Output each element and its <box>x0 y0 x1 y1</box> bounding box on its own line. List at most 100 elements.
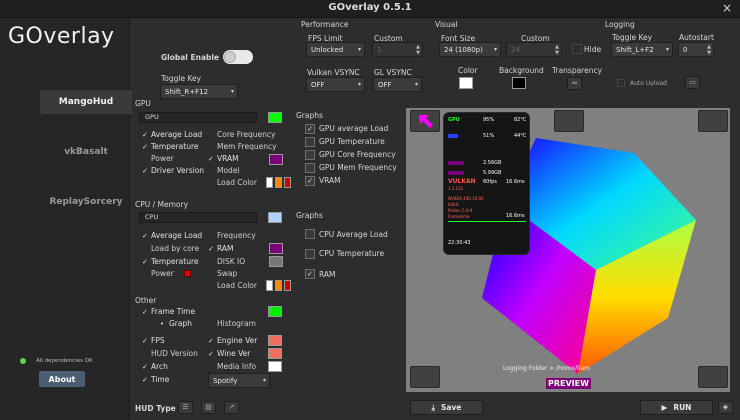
gpu-power-check[interactable]: ✓Power <box>142 154 174 163</box>
hud-preview: GPU 95% 82°C 51% 44°C 2.56GB 5.99GB VULK… <box>443 112 530 255</box>
toggle-key-select[interactable]: Shift_R+F12 ▾ <box>160 84 238 99</box>
hud-type-bars-icon[interactable]: ▥ <box>201 401 216 414</box>
run-button[interactable]: ▶ RUN <box>640 400 713 415</box>
time-check[interactable]: ✓ Time <box>142 375 169 384</box>
fps-limit-select[interactable]: Unlocked ▾ <box>306 42 365 57</box>
gpu-vram-check[interactable]: ✓ VRAM <box>208 154 239 163</box>
fps-check[interactable]: ✓ FPS <box>142 336 165 345</box>
fps-custom-spin[interactable]: 1 ▲ ▼ <box>372 42 423 57</box>
sidebar-item-mangohud[interactable]: MangoHud <box>40 90 132 114</box>
play-icon: ▶ <box>661 403 668 412</box>
hud-wine: Proton 5.0-4 <box>448 208 473 213</box>
gpu-driver-version-check[interactable]: ✓ Driver Version <box>142 166 204 175</box>
log-toggle-key-select[interactable]: Shift_L+F2 ▾ <box>611 42 673 57</box>
sidebar-item-replaysorcery[interactable]: ReplaySorcery <box>40 190 132 214</box>
gpu-model-check[interactable]: ✓Model <box>208 166 240 175</box>
frame-time-check[interactable]: ✓ Frame Time <box>142 307 195 316</box>
gpu-temp-graph-check[interactable] <box>305 137 315 147</box>
gpu-avg-load-graph-check[interactable]: ✓ <box>305 124 315 134</box>
gpu-color-swatch[interactable] <box>268 112 282 123</box>
ram-graph-check[interactable]: ✓ <box>305 269 315 279</box>
media-info-color-swatch[interactable] <box>268 361 282 372</box>
frame-time-color-swatch[interactable] <box>268 306 282 317</box>
background-color-swatch[interactable] <box>512 77 526 89</box>
position-bottom-left-button[interactable] <box>410 366 440 388</box>
gpu-core-freq-graph-check[interactable] <box>305 150 315 160</box>
gpu-header: GPU <box>135 99 151 108</box>
ram-color-swatch[interactable] <box>269 243 283 254</box>
other-header: Other <box>135 296 157 305</box>
gpu-load-color-check[interactable]: ✓Load Color <box>208 178 257 187</box>
gpu-mem-freq-graph-check[interactable] <box>305 163 315 173</box>
gpu-core-frequency-check[interactable]: ✓Core Frequency <box>208 130 276 139</box>
position-bottom-right-button[interactable] <box>698 366 728 388</box>
media-info-check[interactable]: ✓Media Info <box>208 362 256 371</box>
gpu-text-field[interactable]: GPU <box>139 112 257 123</box>
visual-header: Visual <box>435 20 458 29</box>
gpu-temperature-check[interactable]: ✓ Temperature <box>142 142 199 151</box>
wine-ver-check[interactable]: ✓ Wine Ver <box>208 349 250 358</box>
hud-frametime-graph <box>448 221 526 222</box>
hud-version-check[interactable]: ✓HUD Version <box>142 349 198 358</box>
vram-graph-check[interactable]: ✓ <box>305 176 315 186</box>
wine-ver-color-swatch[interactable] <box>268 348 282 359</box>
gpu-load-color-2[interactable] <box>275 177 282 188</box>
cpu-load-color-1[interactable] <box>266 280 273 291</box>
arch-check[interactable]: ✓ Arch <box>142 362 168 371</box>
save-button[interactable]: ⤓ Save <box>410 400 483 415</box>
cpu-temp-graph-check[interactable] <box>305 249 315 259</box>
graph-radio[interactable]: • Graph <box>160 319 192 328</box>
hud-engine-version: 1.2.131 <box>448 186 464 191</box>
hud-engine: VULKAN <box>448 178 476 185</box>
cpu-frequency-check[interactable]: ✓Frequency <box>208 231 256 240</box>
dependency-status-text: All dependencies OK <box>36 358 93 364</box>
log-toggle-key-label: Toggle Key <box>612 33 653 42</box>
cpu-color-swatch[interactable] <box>268 212 282 223</box>
cpu-load-by-core-check[interactable]: ✓Load by core <box>142 244 199 253</box>
cpu-power-color[interactable] <box>184 270 191 277</box>
sidebar-item-vkbasalt[interactable]: vkBasalt <box>40 140 132 164</box>
disk-io-color-swatch[interactable] <box>269 256 283 267</box>
font-custom-spin[interactable]: 24 ▲ ▼ <box>506 42 562 57</box>
auto-upload-checkbox[interactable] <box>617 79 625 87</box>
hide-checkbox[interactable] <box>572 44 582 54</box>
gl-vsync-select[interactable]: OFF ▾ <box>373 77 422 92</box>
gpu-mem-frequency-check[interactable]: ✓Mem Frequency <box>208 142 277 151</box>
gpu-load-color-1[interactable] <box>266 177 273 188</box>
gpu-average-load-check[interactable]: ✓ Average Load <box>142 130 202 139</box>
about-button[interactable]: About <box>39 371 85 387</box>
cpu-load-color-check[interactable]: ✓Load Color <box>208 281 257 290</box>
hud-color-swatch[interactable] <box>459 77 473 89</box>
ram-check[interactable]: ✓ RAM <box>208 244 234 253</box>
cpu-load-color-2[interactable] <box>275 280 282 291</box>
gamepad-icon[interactable]: ◈ <box>718 401 733 414</box>
folder-icon[interactable]: ▭ <box>685 76 700 89</box>
engine-ver-check[interactable]: ✓ Engine Ver <box>208 336 257 345</box>
cpu-power-check[interactable]: ✓Power <box>142 269 174 278</box>
engine-ver-color-swatch[interactable] <box>268 335 282 346</box>
cpu-temperature-check[interactable]: ✓ Temperature <box>142 257 199 266</box>
cpu-load-color-3[interactable] <box>284 280 291 291</box>
app-logo: GOverlay <box>8 24 115 49</box>
transparency-button[interactable]: ⇔ <box>567 77 582 90</box>
cpu-text-field[interactable]: CPU <box>139 212 257 223</box>
histogram-radio[interactable]: •Histogram <box>208 319 256 328</box>
toggle-key-label: Toggle Key <box>161 74 202 83</box>
close-icon[interactable]: × <box>722 1 732 15</box>
global-enable-switch[interactable] <box>223 50 253 64</box>
font-size-select[interactable]: 24 (1080p) ▾ <box>439 42 501 57</box>
swap-check[interactable]: ✓Swap <box>208 269 237 278</box>
position-top-center-button[interactable] <box>554 110 584 132</box>
gpu-load-color-3[interactable] <box>284 177 291 188</box>
cpu-average-load-check[interactable]: ✓ Average Load <box>142 231 202 240</box>
vram-color-swatch[interactable] <box>269 154 283 165</box>
vulkan-vsync-select[interactable]: OFF ▾ <box>306 77 365 92</box>
hud-type-list-icon[interactable]: ☰ <box>178 401 193 414</box>
media-player-select[interactable]: Spotify ▾ <box>208 373 270 388</box>
autostart-spin[interactable]: 0 ▲ ▼ <box>678 42 714 57</box>
cpu-avg-load-graph-check[interactable] <box>305 229 315 239</box>
disk-io-check[interactable]: ✓DISK IO <box>208 257 245 266</box>
position-top-right-button[interactable] <box>698 110 728 132</box>
hud-type-graph-icon[interactable]: ↗ <box>224 401 239 414</box>
position-top-left-button[interactable] <box>410 110 440 132</box>
